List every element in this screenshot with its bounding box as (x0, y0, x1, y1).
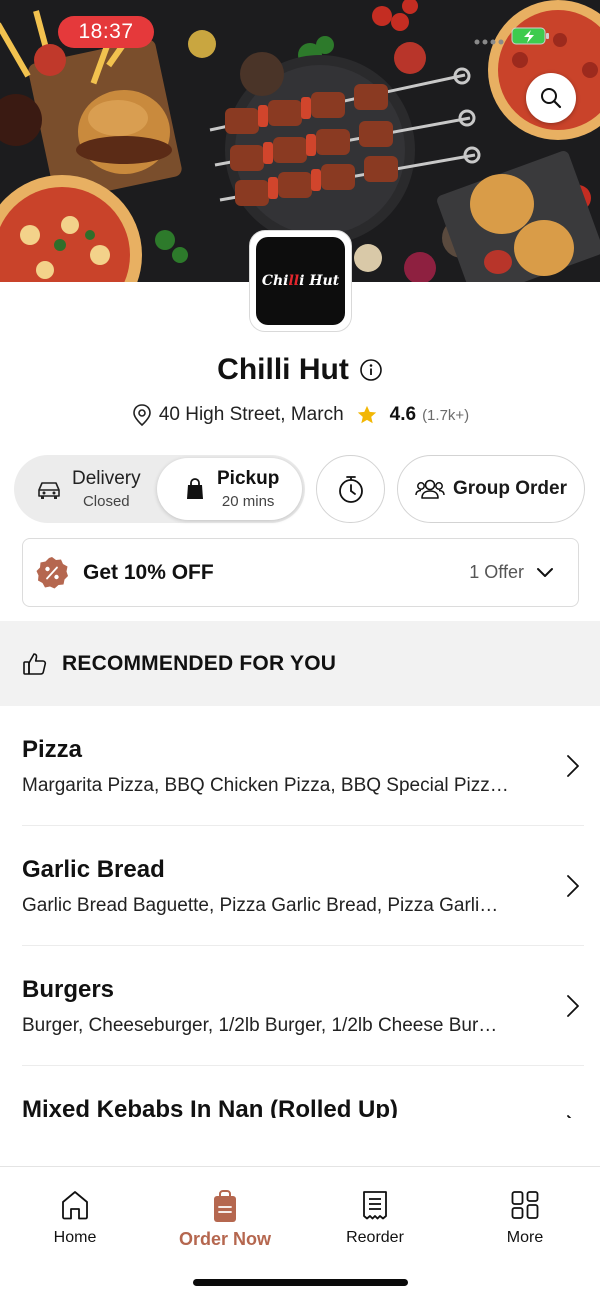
signal-icon (474, 39, 504, 45)
category-items: Burger, Cheeseburger, 1/2lb Burger, 1/2l… (22, 1015, 498, 1036)
chevron-down-icon (536, 567, 554, 579)
category-name: Garlic Bread (22, 856, 165, 883)
delivery-status: Closed (82, 493, 130, 510)
schedule-button[interactable] (316, 455, 385, 523)
thumbs-up-icon (23, 652, 47, 675)
nav-more[interactable]: More (465, 1189, 585, 1247)
address-rating-row: 40 High Street, March 4.6 (1.7k+) (0, 400, 600, 430)
nav-order-now[interactable]: Order Now (165, 1189, 285, 1250)
category-name: Pizza (22, 736, 83, 763)
logo-mark: Chi ll i Hut (256, 237, 345, 325)
nav-home[interactable]: Home (15, 1189, 135, 1247)
group-order-label: Group Order (452, 478, 567, 499)
chevron-right-icon (567, 995, 579, 1017)
offer-banner[interactable]: Get 10% OFF 1 Offer (22, 538, 579, 607)
battery-charging-icon (511, 27, 549, 45)
group-users-icon (415, 479, 445, 499)
home-indicator (193, 1279, 408, 1286)
info-icon[interactable] (359, 358, 383, 382)
delivery-label: Delivery (72, 468, 141, 489)
pickup-label: Pickup (217, 468, 280, 489)
nav-label: More (506, 1229, 544, 1246)
shopping-bag-icon (187, 478, 203, 499)
order-bag-icon (214, 1190, 236, 1222)
star-icon (357, 405, 376, 424)
category-items: Margarita Pizza, BBQ Chicken Pizza, BBQ … (22, 775, 509, 796)
nav-label: Order Now (178, 1229, 271, 1249)
discount-badge-icon (36, 556, 68, 588)
menu-category-pizza[interactable]: Pizza Margarita Pizza, BBQ Chicken Pizza… (22, 706, 584, 826)
home-icon (62, 1191, 88, 1220)
chevron-right-icon (567, 1115, 572, 1118)
pickup-option[interactable]: Pickup 20 mins (157, 458, 302, 520)
recommended-title: RECOMMENDED FOR YOU (62, 651, 337, 675)
menu-category-list: Pizza Margarita Pizza, BBQ Chicken Pizza… (0, 706, 600, 1118)
restaurant-title-row: Chilli Hut (0, 350, 600, 390)
receipt-icon (363, 1191, 387, 1220)
menu-category-mixed-kebabs[interactable]: Mixed Kebabs In Nan (Rolled Up) (22, 1066, 584, 1118)
search-icon (541, 88, 562, 109)
restaurant-name: Chilli Hut (217, 353, 349, 386)
nav-label: Home (53, 1229, 97, 1246)
menu-category-garlic-bread[interactable]: Garlic Bread Garlic Bread Baguette, Pizz… (22, 826, 584, 946)
grid-icon (511, 1191, 539, 1219)
category-name: Mixed Kebabs In Nan (Rolled Up) (22, 1096, 399, 1118)
car-icon (38, 482, 60, 499)
category-items: Garlic Bread Baguette, Pizza Garlic Brea… (22, 895, 499, 916)
timer-icon (338, 476, 363, 503)
category-name: Burgers (22, 976, 115, 1003)
search-button[interactable] (526, 73, 576, 123)
menu-category-burgers[interactable]: Burgers Burger, Cheeseburger, 1/2lb Burg… (22, 946, 584, 1066)
restaurant-logo: Chi ll i Hut (249, 230, 352, 332)
group-order-button[interactable]: Group Order (397, 455, 585, 523)
offer-count: 1 Offer (469, 562, 524, 582)
location-pin-icon (133, 404, 151, 427)
status-time: 18:37 (58, 16, 154, 48)
nav-label: Reorder (346, 1229, 404, 1246)
offer-title: Get 10% OFF (83, 560, 214, 584)
chevron-right-icon (567, 755, 579, 777)
chevron-right-icon (567, 875, 579, 897)
rating-value: 4.6 (389, 404, 417, 425)
nav-reorder[interactable]: Reorder (315, 1189, 435, 1247)
recommended-section-header: RECOMMENDED FOR YOU (0, 621, 600, 706)
pickup-time: 20 mins (221, 493, 275, 510)
order-mode-toggle: Delivery Closed Pickup 20 mins (14, 455, 305, 523)
delivery-option[interactable]: Delivery Closed (14, 455, 159, 523)
restaurant-address: 40 High Street, March (158, 404, 344, 425)
rating-count: (1.7k+) (422, 406, 470, 424)
